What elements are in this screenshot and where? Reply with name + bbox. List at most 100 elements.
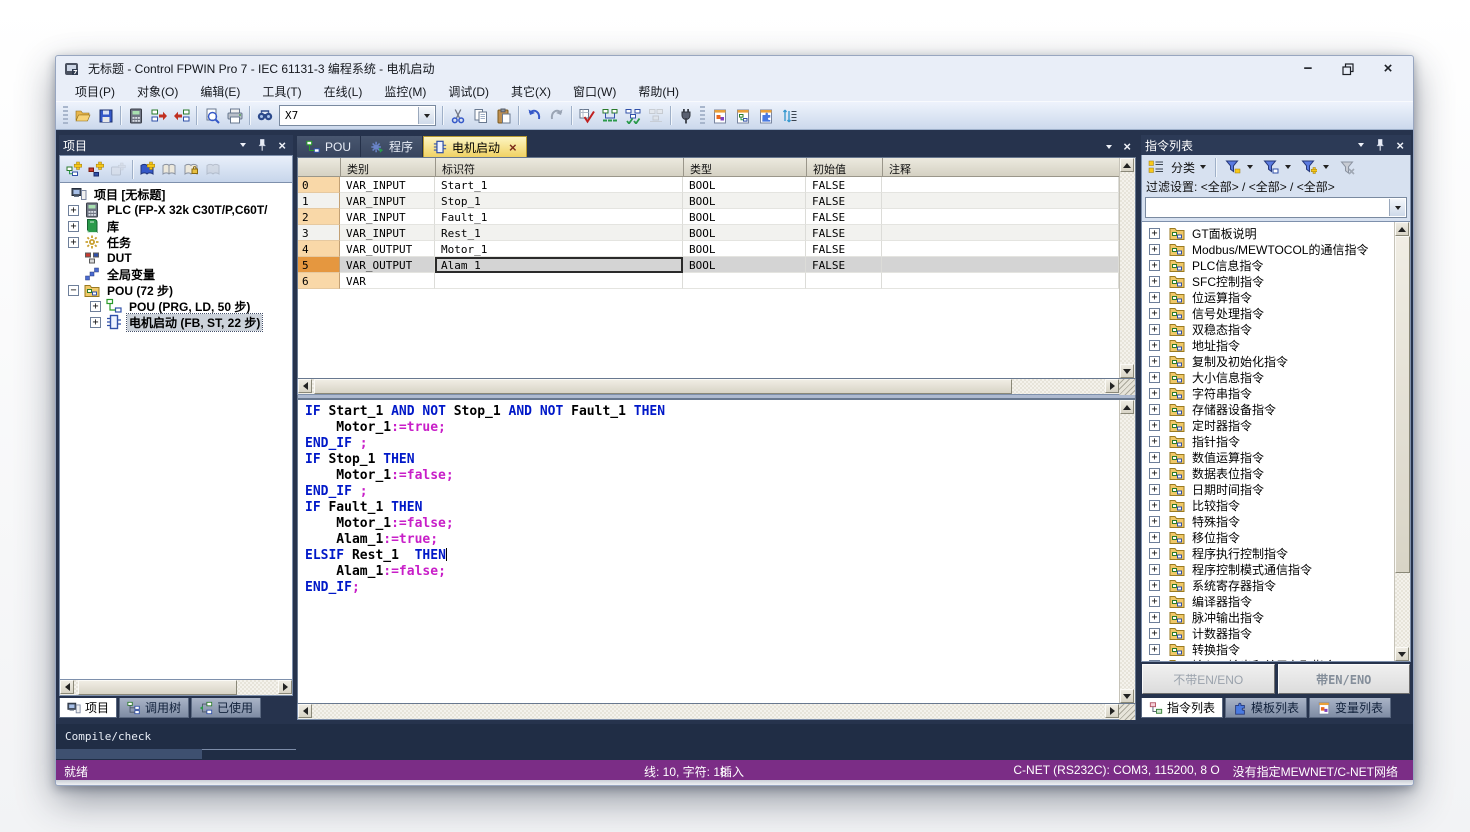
var-row-number[interactable]: 0	[298, 177, 340, 193]
var-identifier-cell[interactable]: Rest_1	[435, 225, 683, 241]
instruction-group-3[interactable]: +SFC控制指令	[1142, 273, 1394, 289]
undo-button[interactable]	[522, 104, 545, 127]
var-comment-cell[interactable]	[882, 193, 1119, 209]
menu-item-8[interactable]: 窗口(W)	[562, 81, 627, 102]
var-class-cell[interactable]: VAR_INPUT	[340, 225, 435, 241]
instruction-expander[interactable]: +	[1149, 388, 1160, 399]
classify-button[interactable]	[1144, 156, 1167, 179]
instruction-expander[interactable]: +	[1149, 324, 1160, 335]
scroll-left-button[interactable]	[298, 379, 312, 393]
paste-button[interactable]	[492, 104, 515, 127]
code-generation-button[interactable]	[644, 104, 667, 127]
tab-list-chevron-icon[interactable]	[1106, 145, 1112, 149]
new-pou-button[interactable]	[63, 158, 85, 180]
scroll-up-button[interactable]	[1120, 158, 1134, 172]
tree-expander[interactable]: −	[68, 285, 79, 296]
toolbar-grip[interactable]	[63, 106, 68, 126]
compile-all-button[interactable]	[621, 104, 644, 127]
var-initial-cell[interactable]: FALSE	[806, 209, 882, 225]
instruction-expander[interactable]: +	[1149, 500, 1160, 511]
check-pou-button[interactable]	[575, 104, 598, 127]
print-preview-button[interactable]	[200, 104, 223, 127]
instruction-group-21[interactable]: +程序控制模式通信指令	[1142, 561, 1394, 577]
scroll-right-button[interactable]	[1105, 704, 1119, 718]
scroll-left-button[interactable]	[298, 704, 312, 718]
instruction-expander[interactable]: +	[1149, 308, 1160, 319]
scroll-track[interactable]	[1395, 236, 1410, 647]
instruction-expander[interactable]: +	[1149, 644, 1160, 655]
var-comment-cell[interactable]	[882, 273, 1119, 289]
var-table-row[interactable]: 2VAR_INPUTFault_1BOOLFALSE	[298, 209, 1119, 225]
var-initial-cell[interactable]: FALSE	[806, 225, 882, 241]
restore-button[interactable]	[1333, 59, 1363, 79]
code-line-1[interactable]: IF Start_1 AND NOT Stop_1 AND NOT Fault_…	[305, 404, 1119, 420]
instruction-group-12[interactable]: +定时器指令	[1142, 417, 1394, 433]
instruction-expander[interactable]: +	[1149, 660, 1160, 662]
instruction-expander[interactable]: +	[1149, 356, 1160, 367]
scroll-thumb[interactable]	[1395, 236, 1410, 573]
scroll-thumb[interactable]	[78, 680, 237, 695]
instruction-group-7[interactable]: +地址指令	[1142, 337, 1394, 353]
panel-close-icon[interactable]: ×	[1396, 139, 1404, 152]
var-initial-cell[interactable]: FALSE	[806, 257, 882, 273]
combo-dropdown-button[interactable]	[1389, 199, 1405, 216]
tree-expander[interactable]: +	[90, 317, 101, 328]
resize-grip[interactable]	[1119, 379, 1135, 395]
tab-variable-list[interactable]: 变量列表	[1309, 698, 1391, 718]
var-row-number[interactable]: 5	[298, 257, 340, 273]
instruction-expander[interactable]: +	[1149, 436, 1160, 447]
var-type-cell[interactable]: BOOL	[683, 225, 806, 241]
scroll-track[interactable]	[312, 379, 1105, 394]
menu-item-2[interactable]: 编辑(E)	[189, 81, 251, 102]
code-line-6[interactable]: END_IF ;	[305, 484, 1119, 500]
tab-project[interactable]: 项目	[59, 698, 117, 718]
var-identifier-cell[interactable]: Stop_1	[435, 193, 683, 209]
instruction-expander[interactable]: +	[1149, 564, 1160, 575]
instruction-group-8[interactable]: +复制及初始化指令	[1142, 353, 1394, 369]
instruction-expander[interactable]: +	[1149, 628, 1160, 639]
filter-mode-button-dropdown-icon[interactable]	[1323, 165, 1329, 169]
tree-expander[interactable]: +	[90, 301, 101, 312]
menu-item-3[interactable]: 工具(T)	[251, 81, 312, 102]
var-identifier-cell[interactable]: Alam_1	[435, 257, 683, 273]
var-identifier-cell[interactable]: Fault_1	[435, 209, 683, 225]
io-comment-list-button[interactable]	[777, 104, 800, 127]
scroll-up-button[interactable]	[1395, 222, 1409, 236]
instruction-group-9[interactable]: +大小信息指令	[1142, 369, 1394, 385]
classify-dropdown-icon[interactable]	[1200, 165, 1206, 169]
scroll-right-button[interactable]	[1105, 379, 1119, 393]
instruction-expander[interactable]: +	[1149, 612, 1160, 623]
var-class-cell[interactable]: VAR_INPUT	[340, 193, 435, 209]
var-identifier-cell[interactable]: Motor_1	[435, 241, 683, 257]
tree-expander[interactable]: +	[68, 221, 79, 232]
scroll-down-button[interactable]	[1120, 689, 1134, 703]
scroll-track[interactable]	[1120, 172, 1135, 364]
var-type-cell[interactable]: BOOL	[683, 193, 806, 209]
tree-item-2[interactable]: +库	[60, 218, 292, 234]
st-code-editor[interactable]: IF Start_1 AND NOT Stop_1 AND NOT Fault_…	[297, 399, 1136, 704]
tree-item-4[interactable]: DUT	[60, 250, 292, 266]
code-line-9[interactable]: Alam_1:=true;	[305, 532, 1119, 548]
scroll-track[interactable]	[74, 680, 278, 695]
tab-template-list[interactable]: 模板列表	[1225, 698, 1307, 718]
scroll-down-button[interactable]	[1395, 647, 1409, 661]
var-identifier-cell[interactable]	[435, 273, 683, 289]
panel-close-icon[interactable]: ×	[278, 139, 286, 152]
menu-item-6[interactable]: 调试(D)	[437, 81, 500, 102]
code-line-7[interactable]: IF Fault_1 THEN	[305, 500, 1119, 516]
resize-grip[interactable]	[1119, 704, 1135, 720]
tab-used[interactable]: 已使用	[191, 698, 261, 718]
instruction-expander[interactable]: +	[1149, 580, 1160, 591]
menu-item-1[interactable]: 对象(O)	[126, 81, 189, 102]
device-address-combo[interactable]: X7	[279, 105, 436, 126]
instruction-group-15[interactable]: +数据表位指令	[1142, 465, 1394, 481]
var-row-number[interactable]: 6	[298, 273, 340, 289]
instruction-expander[interactable]: +	[1149, 548, 1160, 559]
print-button[interactable]	[223, 104, 246, 127]
redo-button[interactable]	[545, 104, 568, 127]
filter-clear-button[interactable]	[1335, 156, 1358, 179]
var-type-cell[interactable]: BOOL	[683, 209, 806, 225]
instruction-group-27[interactable]: +输入、输出和单元存取指令	[1142, 657, 1394, 661]
online-offline-mode-button[interactable]	[674, 104, 697, 127]
var-row-number[interactable]: 4	[298, 241, 340, 257]
